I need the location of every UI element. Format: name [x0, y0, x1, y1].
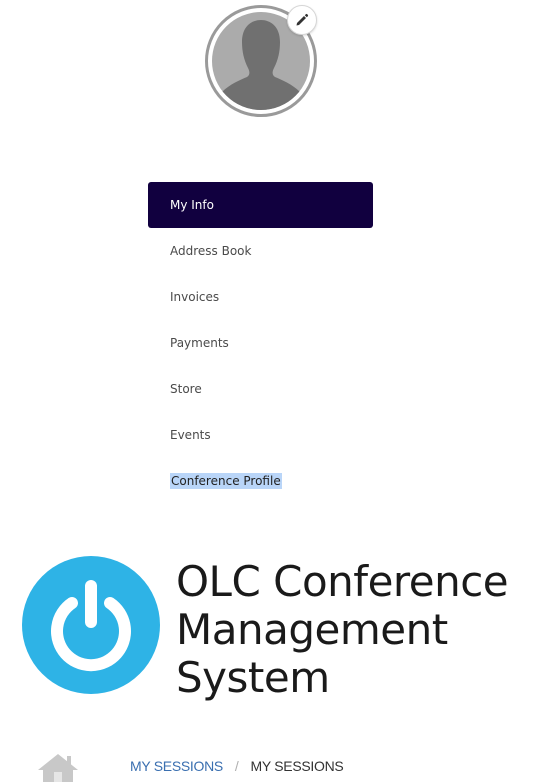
menu-item-label: Payments: [170, 336, 229, 350]
logo-line-3: System: [176, 653, 330, 702]
edit-avatar-button[interactable]: [287, 5, 317, 35]
logo-wordmark: OLC Conference Management System: [176, 557, 509, 702]
power-icon: [22, 556, 160, 694]
logo-line-1: OLC Conference: [176, 557, 509, 606]
menu-item-conference-profile[interactable]: Conference Profile: [148, 458, 373, 504]
pencil-icon: [296, 13, 309, 26]
olc-logo[interactable]: OLC Conference Management System: [22, 556, 527, 706]
page: My Info Address Book Invoices Payments S…: [0, 0, 533, 782]
menu-item-label: Invoices: [170, 290, 220, 304]
menu-item-my-info[interactable]: My Info: [148, 182, 373, 228]
menu-item-label: Address Book: [170, 244, 252, 258]
breadcrumb-current: MY SESSIONS: [250, 758, 344, 774]
breadcrumb: MY SESSIONS / MY SESSIONS: [130, 758, 344, 774]
menu-item-invoices[interactable]: Invoices: [148, 274, 373, 320]
breadcrumb-link-my-sessions[interactable]: MY SESSIONS: [130, 758, 223, 774]
menu-item-events[interactable]: Events: [148, 412, 373, 458]
menu-item-label: Events: [170, 428, 211, 442]
account-menu: My Info Address Book Invoices Payments S…: [148, 182, 373, 504]
menu-item-store[interactable]: Store: [148, 366, 373, 412]
menu-item-label: My Info: [170, 198, 214, 212]
menu-item-label: Store: [170, 382, 202, 396]
logo-line-2: Management: [176, 605, 448, 654]
menu-item-payments[interactable]: Payments: [148, 320, 373, 366]
home-icon[interactable]: [36, 752, 80, 782]
menu-item-label: Conference Profile: [170, 473, 282, 489]
menu-item-address-book[interactable]: Address Book: [148, 228, 373, 274]
breadcrumb-separator: /: [234, 758, 239, 774]
